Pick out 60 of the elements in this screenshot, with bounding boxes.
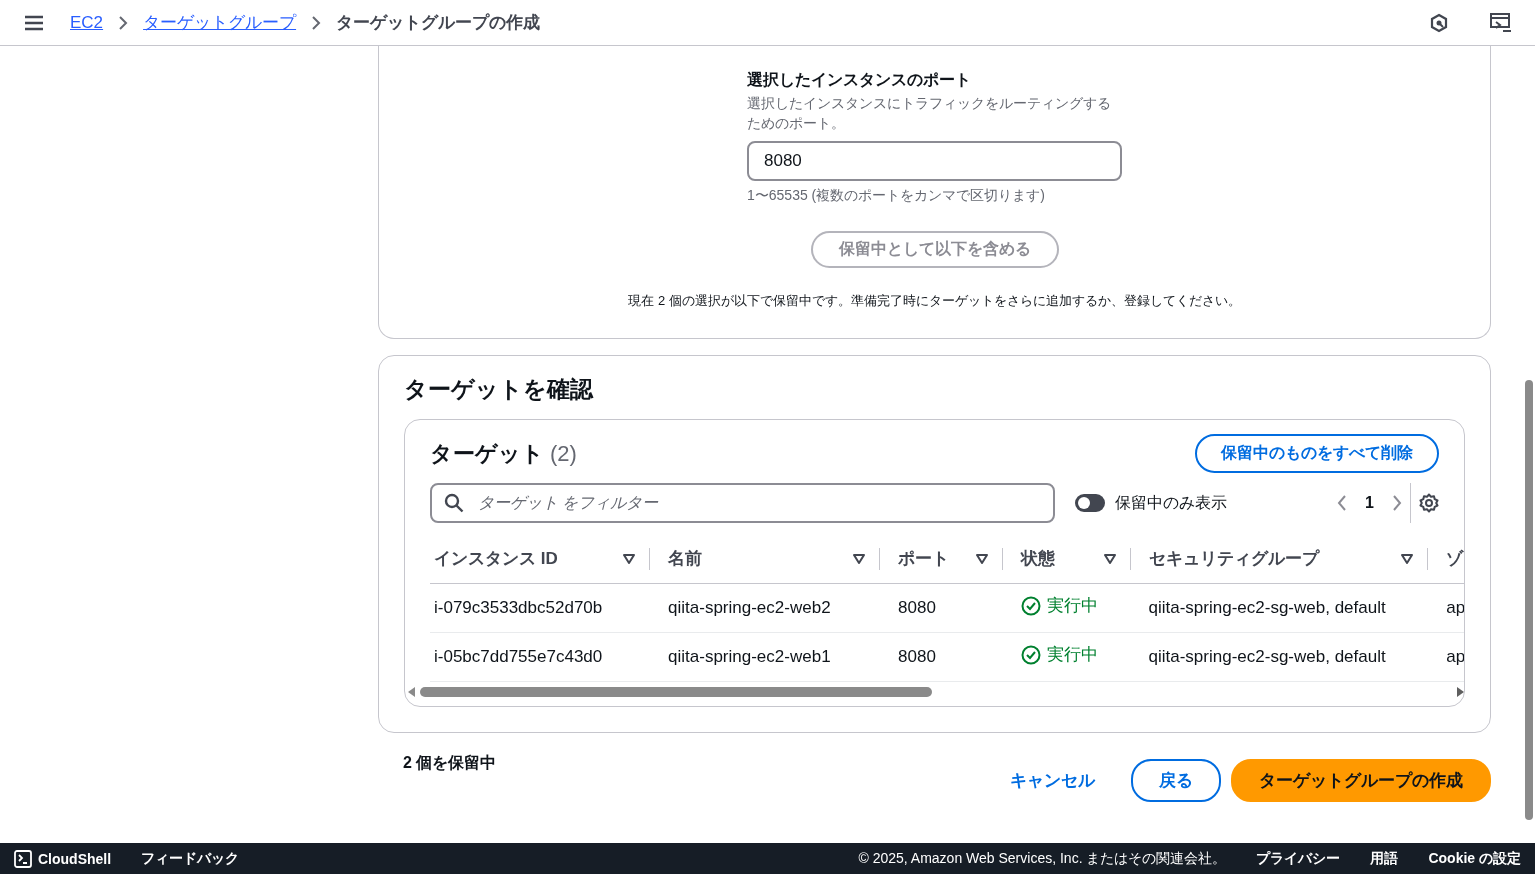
review-title: ターゲットを確認 [404, 375, 595, 404]
terminal-icon [14, 849, 32, 868]
pending-only-label: 保留中のみ表示 [1115, 492, 1227, 513]
column-header: 状態 [1019, 548, 1057, 571]
instance-id: i-05bc7dd755e7c43d0 [434, 646, 603, 666]
sort-icon[interactable] [976, 553, 989, 564]
footer-link[interactable]: プライバシー [1256, 849, 1341, 868]
remove-all-button[interactable]: 保留中のものをすべて削除 [1195, 434, 1439, 473]
copyright: © 2025, Amazon Web Services, Inc. またはその関連会社。 [858, 849, 1227, 868]
create-button[interactable]: ターゲットグループの作成 [1231, 758, 1491, 802]
filter-field[interactable]: ターゲット をフィルター [430, 483, 1055, 523]
cloudshell-link[interactable]: CloudShell [14, 849, 112, 868]
pending-only-toggle[interactable] [1075, 494, 1105, 512]
sort-icon[interactable] [1401, 553, 1414, 564]
chevron-right-icon [310, 14, 323, 31]
sort-icon[interactable] [1103, 553, 1116, 564]
cancel-button[interactable]: キャンセル [984, 760, 1121, 800]
previous-page-icon[interactable] [1337, 495, 1348, 511]
pending-note: 現在 2 個の選択が以下で保留中です。準備完了時にターゲットをさらに追加するか、登録してください。 [628, 292, 1241, 310]
instance-name: qiita-spring-ec2-web1 [668, 646, 831, 666]
port-input[interactable]: 8080 [747, 141, 1122, 181]
status-text: 実行中 [1021, 594, 1099, 618]
column-header: ゾ [1445, 548, 1464, 571]
scroll-left-icon[interactable] [408, 686, 416, 697]
search-icon [444, 493, 464, 513]
targets-title: ターゲット (2) [430, 439, 578, 468]
breadcrumb-link[interactable]: ターゲットグループ [143, 11, 297, 34]
check-circle-icon [1021, 644, 1042, 665]
port-hint: 1〜65535 (複数のポートをカンマで区切ります) [747, 187, 1046, 205]
scroll-right-icon[interactable] [1456, 686, 1464, 697]
check-circle-icon [1021, 595, 1042, 616]
column-header: インスタンス ID [433, 548, 559, 571]
page-number[interactable]: 1 [1365, 494, 1374, 512]
sort-icon[interactable] [623, 553, 636, 564]
security-groups: qiita-spring-ec2-sg-web, default [1148, 646, 1386, 666]
port-value: 8080 [898, 646, 936, 666]
back-button[interactable]: 戻る [1131, 758, 1221, 802]
cut-off-cell: ap [1446, 646, 1464, 666]
column-header: ポート [897, 548, 950, 571]
instance-name: qiita-spring-ec2-web2 [668, 597, 831, 617]
pending-count: 2 個を保留中 [403, 752, 498, 773]
port-value: 8080 [898, 597, 936, 617]
column-header: セキュリティグループ [1147, 548, 1321, 571]
cut-off-cell: ap [1446, 597, 1464, 617]
breadcrumb-current: ターゲットグループの作成 [336, 12, 541, 34]
status-text: 実行中 [1021, 643, 1099, 667]
chevron-right-icon [117, 14, 130, 31]
footer-link[interactable]: Cookie の設定 [1428, 849, 1521, 868]
feedback-link[interactable]: フィードバック [141, 849, 240, 868]
instance-id: i-079c3533dbc52d70b [434, 597, 603, 617]
sort-icon[interactable] [853, 553, 865, 564]
next-page-icon[interactable] [1392, 495, 1402, 511]
security-groups: qiita-spring-ec2-sg-web, default [1148, 597, 1386, 617]
breadcrumb-link[interactable]: EC2 [70, 12, 104, 33]
footer-link[interactable]: 用語 [1370, 849, 1399, 868]
terminal-icon[interactable] [1489, 10, 1513, 35]
column-header: 名前 [667, 548, 704, 571]
port-description: 選択したインスタンスにトラフィックをルーティングするためのポート。 [747, 94, 1112, 133]
port-label: 選択したインスタンスのポート [747, 70, 972, 90]
settings-icon[interactable] [1419, 493, 1439, 513]
